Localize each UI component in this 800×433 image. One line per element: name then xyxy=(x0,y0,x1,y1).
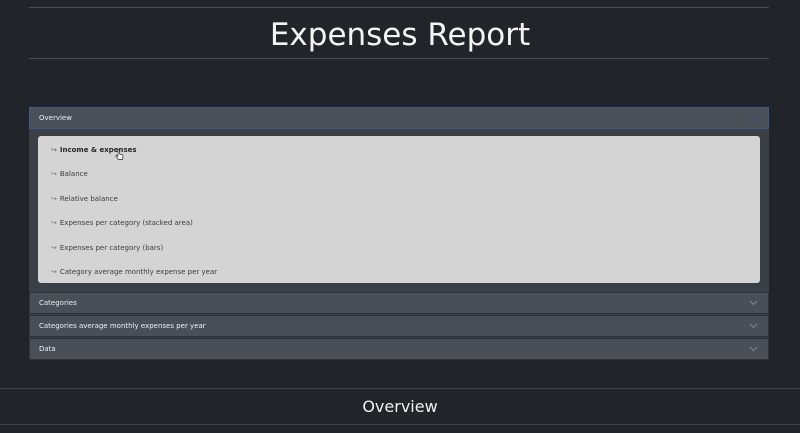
return-arrow-icon: ↪ xyxy=(51,244,57,252)
return-arrow-icon: ↪ xyxy=(51,170,57,178)
section-divider-bottom xyxy=(0,424,800,425)
return-arrow-icon: ↪ xyxy=(51,219,57,227)
overview-panel: ↪ Income & expenses ↪ Balance ↪ Relative ba… xyxy=(38,136,760,283)
chevron-down-icon xyxy=(749,300,758,306)
page-title: Expenses Report xyxy=(269,17,531,53)
accordion-header-categories[interactable]: Categories xyxy=(29,292,769,314)
return-arrow-icon: ↪ xyxy=(51,146,57,154)
accordion-label-data: Data xyxy=(39,345,56,353)
chevron-up-icon xyxy=(749,115,758,121)
title-divider xyxy=(29,58,769,59)
accordion-header-categories-average[interactable]: Categories average monthly expenses per … xyxy=(29,315,769,337)
overview-link-expenses-bars[interactable]: ↪ Expenses per category (bars) xyxy=(51,240,163,256)
accordion-header-data[interactable]: Data xyxy=(29,338,769,360)
accordion-label-overview: Overview xyxy=(39,114,72,122)
overview-link-category-average[interactable]: ↪ Category average monthly expense per ye… xyxy=(51,264,217,280)
chevron-down-icon xyxy=(749,323,758,329)
top-divider xyxy=(29,7,769,8)
accordion-header-overview[interactable]: Overview xyxy=(29,107,769,129)
accordion-label-categories-average: Categories average monthly expenses per … xyxy=(39,322,206,330)
overview-link-relative-balance[interactable]: ↪ Relative balance xyxy=(51,191,118,207)
report-accordion: Overview ↪ Income & expenses ↪ Balance ↪ Re… xyxy=(29,107,769,360)
hand-pointer-icon xyxy=(115,149,124,160)
section-title-overview: Overview xyxy=(362,397,438,416)
overview-link-expenses-stacked-area[interactable]: ↪ Expenses per category (stacked area) xyxy=(51,215,193,231)
overview-link-balance[interactable]: ↪ Balance xyxy=(51,166,88,182)
return-arrow-icon: ↪ xyxy=(51,268,57,276)
section-divider-top xyxy=(0,388,800,389)
accordion-label-categories: Categories xyxy=(39,299,77,307)
return-arrow-icon: ↪ xyxy=(51,195,57,203)
chevron-down-icon xyxy=(749,346,758,352)
